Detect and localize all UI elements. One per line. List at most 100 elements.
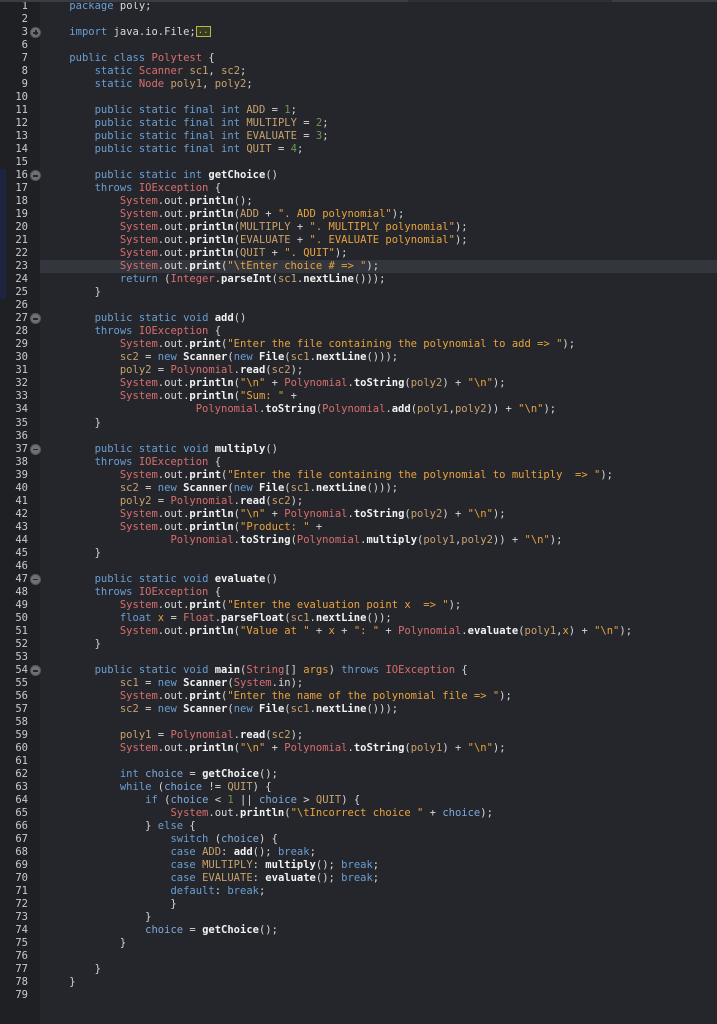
fold-collapse-icon[interactable]: [30, 573, 41, 585]
code-line[interactable]: [40, 989, 717, 1002]
code-token: );: [454, 221, 468, 234]
code-line[interactable]: System.out.println(QUIT + ". QUIT");: [40, 247, 717, 260]
code-token: .in);: [271, 676, 304, 689]
code-line[interactable]: switch (choice) {: [40, 833, 717, 846]
code-line[interactable]: [40, 13, 717, 26]
code-line[interactable]: poly2 = Polynomial.read(sc2);: [40, 364, 717, 377]
code-token: "\n": [467, 377, 493, 390]
code-line[interactable]: case EVALUATE: evaluate(); break;: [40, 872, 717, 885]
code-line[interactable]: [40, 716, 717, 729]
code-line[interactable]: System.out.println("Product: " +: [40, 521, 717, 534]
code-line[interactable]: } else {: [40, 820, 717, 833]
code-line[interactable]: default: break;: [40, 885, 717, 898]
code-line[interactable]: sc2 = new Scanner(new File(sc1.nextLine(…: [40, 703, 717, 716]
code-line[interactable]: public static final int ADD = 1;: [40, 104, 717, 117]
code-line[interactable]: throws IOException {: [40, 325, 717, 338]
fold-collapse-icon[interactable]: [30, 665, 41, 677]
code-line[interactable]: int choice = getChoice();: [40, 768, 717, 781]
code-line[interactable]: if (choice < 1 || choice > QUIT) {: [40, 794, 717, 807]
code-line[interactable]: [40, 755, 717, 768]
code-line[interactable]: throws IOException {: [40, 182, 717, 195]
code-line[interactable]: [40, 156, 717, 169]
code-line[interactable]: poly2 = Polynomial.read(sc2);: [40, 495, 717, 508]
code-line[interactable]: static Scanner sc1, sc2;: [40, 65, 717, 78]
code-token: );: [480, 806, 493, 819]
code-token: new: [157, 481, 177, 494]
code-line[interactable]: System.out.print("Enter the evaluation p…: [40, 599, 717, 612]
code-line[interactable]: return (Integer.parseInt(sc1.nextLine())…: [40, 273, 717, 286]
code-line[interactable]: case MULTIPLY: multiply(); break;: [40, 859, 717, 872]
code-token: ". ADD polynomial": [277, 208, 392, 221]
code-token: choice: [164, 780, 203, 793]
code-line[interactable]: [40, 560, 717, 573]
fold-expand-icon[interactable]: [30, 27, 41, 39]
code-line[interactable]: System.out.println("Sum: " +: [40, 390, 717, 403]
code-line[interactable]: System.out.println("Value at " + x + ": …: [40, 625, 717, 638]
code-line[interactable]: [40, 39, 717, 52]
code-content[interactable]: package poly; import java.io.File;.. pub…: [40, 0, 717, 1002]
code-line[interactable]: }: [40, 898, 717, 911]
code-line[interactable]: sc1 = new Scanner(System.in);: [40, 677, 717, 690]
code-line[interactable]: }: [40, 963, 717, 976]
code-line[interactable]: public static void multiply(): [40, 443, 717, 456]
code-line-current[interactable]: System.out.print("\tEnter choice # => ")…: [40, 260, 717, 274]
code-line[interactable]: System.out.println("\n" + Polynomial.toS…: [40, 377, 717, 390]
code-token: ": ": [353, 624, 380, 637]
code-line[interactable]: Polynomial.toString(Polynomial.add(poly1…: [40, 403, 717, 416]
code-line[interactable]: case ADD: add(); break;: [40, 846, 717, 859]
code-line[interactable]: choice = getChoice();: [40, 924, 717, 937]
code-line[interactable]: public static final int QUIT = 4;: [40, 143, 717, 156]
code-line[interactable]: public class Polytest {: [40, 52, 717, 65]
code-line[interactable]: sc2 = new Scanner(new File(sc1.nextLine(…: [40, 482, 717, 495]
code-line[interactable]: [40, 430, 717, 443]
code-line[interactable]: }: [40, 417, 717, 430]
code-line[interactable]: [40, 91, 717, 104]
code-line[interactable]: System.out.print("Enter the file contain…: [40, 338, 717, 351]
code-line[interactable]: public static void main(String[] args) t…: [40, 664, 717, 677]
code-token: +: [334, 624, 354, 637]
code-line[interactable]: System.out.print("Enter the file contain…: [40, 469, 717, 482]
folded-region-icon[interactable]: ..: [195, 25, 211, 37]
code-token: sc2: [221, 65, 241, 78]
code-line[interactable]: sc2 = new Scanner(new File(sc1.nextLine(…: [40, 351, 717, 364]
code-line[interactable]: }: [40, 937, 717, 950]
code-line[interactable]: System.out.println();: [40, 195, 717, 208]
code-line[interactable]: }: [40, 976, 717, 989]
code-line[interactable]: throws IOException {: [40, 586, 717, 599]
code-line[interactable]: System.out.println(EVALUATE + ". EVALUAT…: [40, 234, 717, 247]
code-line[interactable]: public static final int EVALUATE = 3;: [40, 130, 717, 143]
code-line[interactable]: System.out.println(ADD + ". ADD polynomi…: [40, 208, 717, 221]
code-line[interactable]: static Node poly1, poly2;: [40, 78, 717, 91]
code-line[interactable]: }: [40, 547, 717, 560]
line-number: 31: [15, 364, 28, 377]
code-line[interactable]: [40, 299, 717, 312]
code-line[interactable]: System.out.println("\n" + Polynomial.toS…: [40, 742, 717, 755]
code-line[interactable]: public static final int MULTIPLY = 2;: [40, 117, 717, 130]
code-token: ();: [258, 924, 278, 937]
line-number: 2: [21, 13, 28, 26]
code-line[interactable]: public static int getChoice(): [40, 169, 717, 182]
code-line[interactable]: }: [40, 638, 717, 651]
code-line[interactable]: System.out.println("\n" + Polynomial.toS…: [40, 508, 717, 521]
code-line[interactable]: float x = Float.parseFloat(sc1.nextLine(…: [40, 612, 717, 625]
code-line[interactable]: while (choice != QUIT) {: [40, 781, 717, 794]
code-line[interactable]: System.out.println(MULTIPLY + ". MULTIPL…: [40, 221, 717, 234]
code-line[interactable]: Polynomial.toString(Polynomial.multiply(…: [40, 534, 717, 547]
code-line[interactable]: System.out.print("Enter the name of the …: [40, 690, 717, 703]
code-line[interactable]: public static void add(): [40, 312, 717, 325]
fold-collapse-icon[interactable]: [30, 443, 41, 455]
code-line[interactable]: [40, 950, 717, 963]
code-token: System: [119, 195, 158, 208]
code-line[interactable]: }: [40, 911, 717, 924]
code-line[interactable]: import java.io.File;..: [40, 25, 717, 39]
code-line[interactable]: throws IOException {: [40, 456, 717, 469]
line-number: 74: [15, 924, 28, 937]
code-line[interactable]: public static void evaluate(): [40, 573, 717, 586]
code-editor[interactable]: 1 2 3 6 7 8 9 10 11 12 13 14 15 16 17 18 19 20 21 22 23 24 25 2…: [0, 0, 717, 1024]
code-line[interactable]: [40, 651, 717, 664]
code-line[interactable]: }: [40, 286, 717, 299]
code-line[interactable]: System.out.println("\tIncorrect choice "…: [40, 807, 717, 820]
code-line[interactable]: poly1 = Polynomial.read(sc2);: [40, 729, 717, 742]
